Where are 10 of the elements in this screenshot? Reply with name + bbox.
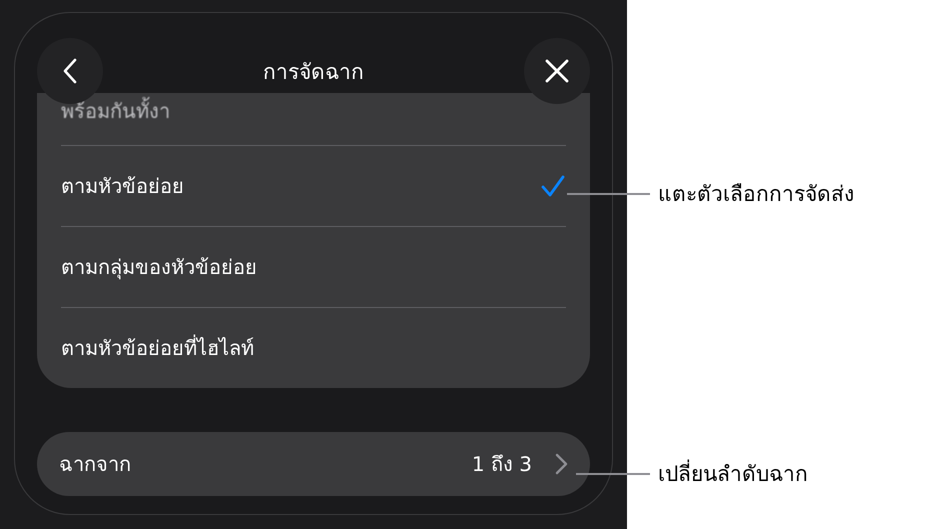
callout-text: แตะตัวเลือกการจัดส่ง xyxy=(658,181,854,208)
range-row[interactable]: ฉากจาก 1 ถึง 3 xyxy=(37,432,590,496)
option-item[interactable]: ตามหัวข้อย่อยที่ไฮไลท์ xyxy=(61,308,566,388)
callout-text: เปลี่ยนลำดับฉาก xyxy=(658,457,808,490)
option-item[interactable]: ตามกลุ่มของหัวข้อย่อย xyxy=(61,227,566,307)
close-icon xyxy=(544,58,570,84)
option-item[interactable]: พร้อมกันทั้งา xyxy=(61,93,566,145)
chevron-right-icon xyxy=(554,452,568,476)
option-item[interactable]: ตามหัวข้อย่อย xyxy=(61,146,566,226)
popover-title: การจัดฉาก xyxy=(263,58,364,86)
